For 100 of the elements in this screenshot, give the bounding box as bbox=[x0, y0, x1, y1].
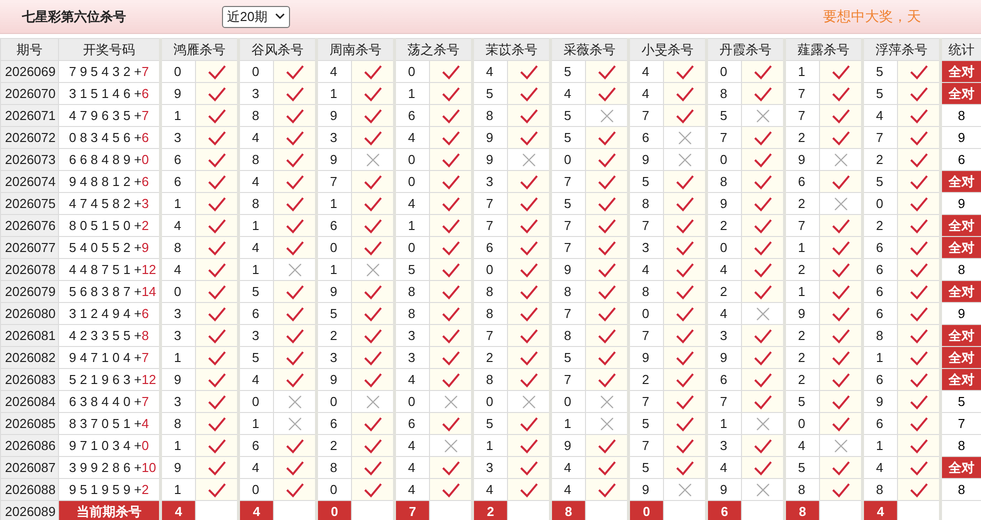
check-icon bbox=[908, 372, 928, 388]
check-icon bbox=[752, 64, 772, 80]
check-icon bbox=[440, 64, 460, 80]
check-icon bbox=[908, 306, 928, 322]
check-icon bbox=[596, 130, 616, 146]
check-icon bbox=[674, 460, 694, 476]
check-icon bbox=[362, 438, 382, 454]
check-icon bbox=[362, 86, 382, 102]
check-icon bbox=[518, 438, 538, 454]
check-icon bbox=[518, 284, 538, 300]
check-icon bbox=[908, 262, 928, 278]
kill-number-badge: 0 bbox=[628, 500, 664, 520]
kill-number-badge: 2 bbox=[472, 500, 508, 520]
kill-number-badge: 8 bbox=[784, 500, 820, 520]
all-correct-badge: 全对 bbox=[942, 457, 981, 478]
check-icon bbox=[908, 218, 928, 234]
check-icon bbox=[596, 218, 616, 234]
check-icon bbox=[908, 130, 928, 146]
check-icon bbox=[284, 174, 304, 190]
check-icon bbox=[752, 328, 772, 344]
period-select[interactable]: 近20期 bbox=[222, 6, 290, 28]
check-icon bbox=[830, 394, 850, 410]
check-icon bbox=[206, 394, 226, 410]
check-icon bbox=[206, 64, 226, 80]
check-icon bbox=[908, 482, 928, 498]
check-icon bbox=[674, 328, 694, 344]
cross-icon bbox=[832, 438, 848, 454]
check-icon bbox=[518, 130, 538, 146]
check-icon bbox=[830, 218, 850, 234]
check-icon bbox=[440, 130, 460, 146]
column-header: 周南杀号 bbox=[316, 38, 394, 60]
check-icon bbox=[830, 460, 850, 476]
check-icon bbox=[674, 262, 694, 278]
check-icon bbox=[752, 372, 772, 388]
check-icon bbox=[284, 306, 304, 322]
check-icon bbox=[206, 482, 226, 498]
check-icon bbox=[362, 284, 382, 300]
issue-cell: 2026085 bbox=[0, 412, 58, 434]
cross-icon bbox=[286, 416, 302, 432]
check-icon bbox=[284, 64, 304, 80]
check-icon bbox=[284, 284, 304, 300]
issue-cell: 2026074 bbox=[0, 170, 58, 192]
all-correct-badge: 全对 bbox=[942, 237, 981, 258]
cross-icon bbox=[676, 152, 692, 168]
check-icon bbox=[908, 350, 928, 366]
check-icon bbox=[908, 416, 928, 432]
cross-icon bbox=[598, 416, 614, 432]
check-icon bbox=[206, 438, 226, 454]
check-icon bbox=[596, 350, 616, 366]
check-icon bbox=[908, 174, 928, 190]
check-icon bbox=[830, 482, 850, 498]
check-icon bbox=[752, 438, 772, 454]
kill-number-badge: 0 bbox=[316, 500, 352, 520]
check-icon bbox=[284, 328, 304, 344]
check-icon bbox=[596, 152, 616, 168]
check-icon bbox=[284, 108, 304, 124]
check-icon bbox=[674, 218, 694, 234]
check-icon bbox=[440, 174, 460, 190]
slogan-text: 要想中大奖，天 bbox=[823, 7, 922, 26]
all-correct-badge: 全对 bbox=[942, 83, 981, 104]
check-icon bbox=[830, 284, 850, 300]
check-icon bbox=[830, 416, 850, 432]
check-icon bbox=[206, 350, 226, 366]
check-icon bbox=[908, 438, 928, 454]
check-icon bbox=[752, 240, 772, 256]
issue-cell: 2026084 bbox=[0, 390, 58, 412]
page-title: 七星彩第六位杀号 bbox=[20, 8, 127, 26]
check-icon bbox=[752, 86, 772, 102]
issue-cell: 2026089 bbox=[0, 500, 58, 520]
check-icon bbox=[362, 372, 382, 388]
check-icon bbox=[206, 152, 226, 168]
kill-number-badge: 8 bbox=[550, 500, 586, 520]
column-header: 小旻杀号 bbox=[628, 38, 706, 60]
cross-icon bbox=[598, 108, 614, 124]
check-icon bbox=[206, 284, 226, 300]
check-icon bbox=[908, 460, 928, 476]
check-icon bbox=[674, 174, 694, 190]
check-icon bbox=[596, 460, 616, 476]
check-icon bbox=[440, 262, 460, 278]
kill-number-badge: 4 bbox=[160, 500, 196, 520]
cross-icon bbox=[832, 196, 848, 212]
check-icon bbox=[674, 284, 694, 300]
check-icon bbox=[674, 372, 694, 388]
check-icon bbox=[518, 372, 538, 388]
check-icon bbox=[440, 416, 460, 432]
check-icon bbox=[362, 196, 382, 212]
check-icon bbox=[830, 328, 850, 344]
kill-number-badge: 4 bbox=[862, 500, 898, 520]
cross-icon bbox=[754, 306, 770, 322]
check-icon bbox=[284, 350, 304, 366]
check-icon bbox=[206, 86, 226, 102]
check-icon bbox=[362, 460, 382, 476]
check-icon bbox=[674, 438, 694, 454]
column-header: 鸿雁杀号 bbox=[160, 38, 238, 60]
chevron-down-icon bbox=[275, 13, 286, 20]
all-correct-badge: 全对 bbox=[942, 215, 981, 236]
column-header: 统计 bbox=[940, 38, 981, 60]
cross-icon bbox=[442, 438, 458, 454]
check-icon bbox=[362, 416, 382, 432]
check-icon bbox=[362, 328, 382, 344]
